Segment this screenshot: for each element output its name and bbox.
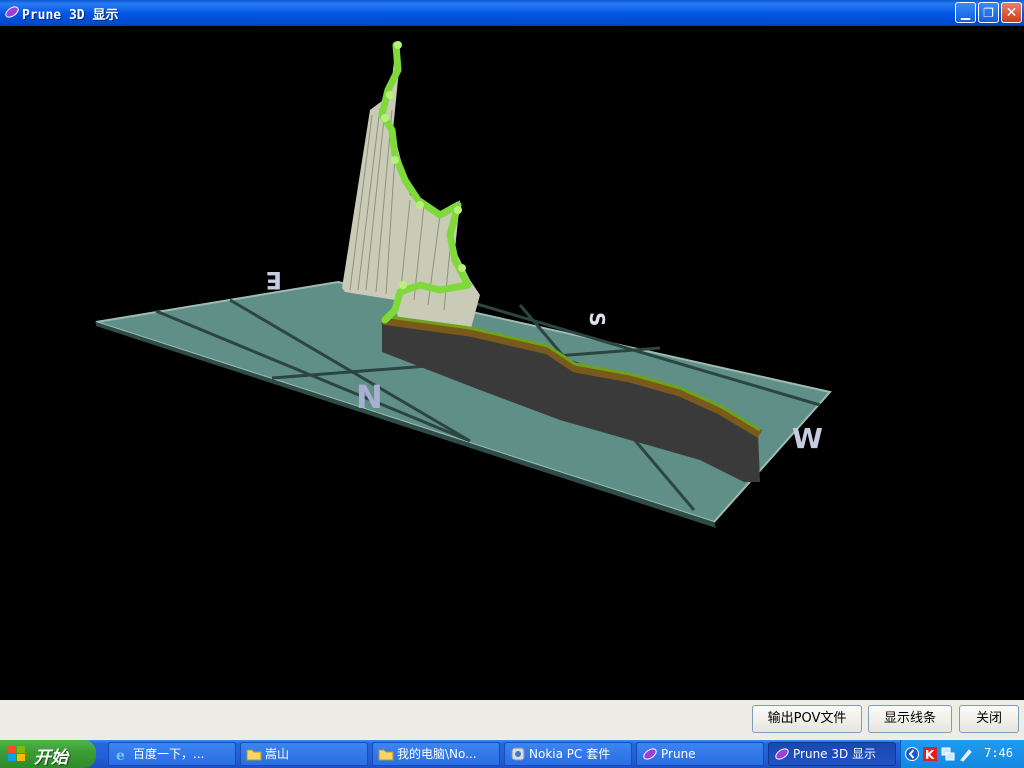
restore-icon: ❐ xyxy=(983,6,994,20)
show-hidden-icons-chevron-icon[interactable] xyxy=(905,746,919,762)
export-pov-button[interactable]: 输出POV文件 xyxy=(752,705,862,733)
prune-icon xyxy=(643,748,657,760)
start-button[interactable]: 开始 xyxy=(0,740,96,768)
taskbar: 开始 e 百度一下，... 嵩山 我的电脑\No... Nokia PC 套件 … xyxy=(0,740,1024,768)
antivirus-icon[interactable]: K xyxy=(923,746,937,762)
svg-text:e: e xyxy=(116,748,125,761)
ie-icon: e xyxy=(116,748,125,761)
3d-viewport[interactable]: E S N W xyxy=(0,26,1024,700)
close-button[interactable]: 关闭 xyxy=(959,705,1019,733)
start-label: 开始 xyxy=(34,748,68,768)
taskbar-item-my-computer[interactable]: 我的电脑\No... xyxy=(372,742,500,766)
3d-scene: E S N W xyxy=(95,41,832,528)
minimize-icon: ▁ xyxy=(960,6,971,20)
prune-app-icon xyxy=(5,6,19,18)
compass-west: W xyxy=(792,422,823,455)
compass-north: N xyxy=(356,378,383,416)
windows-flag-icon xyxy=(8,746,25,761)
folder-icon xyxy=(246,749,262,761)
prune-icon xyxy=(775,748,789,760)
folder-icon xyxy=(378,749,394,761)
taskbar-item-nokia-pc-suite[interactable]: Nokia PC 套件 xyxy=(504,742,632,766)
close-window-button[interactable]: ✕ xyxy=(1001,2,1022,23)
taskbar-item-prune[interactable]: Prune xyxy=(636,742,764,766)
close-icon: ✕ xyxy=(1005,5,1018,21)
title-bar[interactable]: Prune 3D 显示 ▁ ❐ ✕ xyxy=(0,0,1024,26)
taskbar-item-songshan[interactable]: 嵩山 xyxy=(240,742,368,766)
system-tray: K 7:46 xyxy=(900,740,1024,768)
show-lines-button[interactable]: 显示线条 xyxy=(868,705,952,733)
usb-device-icon[interactable] xyxy=(959,746,973,762)
clock[interactable]: 7:46 xyxy=(984,746,1013,760)
restore-button[interactable]: ❐ xyxy=(978,2,999,23)
window-title: Prune 3D 显示 xyxy=(22,8,119,23)
taskbar-item-prune-3d[interactable]: Prune 3D 显示 xyxy=(768,742,896,766)
compass-south: S xyxy=(585,312,609,326)
minimize-button[interactable]: ▁ xyxy=(955,2,976,23)
button-panel: 输出POV文件 显示线条 关闭 xyxy=(0,700,1024,740)
nokia-pc-suite-icon xyxy=(511,747,525,761)
compass-east: E xyxy=(266,266,282,294)
taskbar-item-baidu[interactable]: e 百度一下，... xyxy=(108,742,236,766)
svg-text:K: K xyxy=(925,748,935,762)
network-icon[interactable] xyxy=(941,746,955,762)
